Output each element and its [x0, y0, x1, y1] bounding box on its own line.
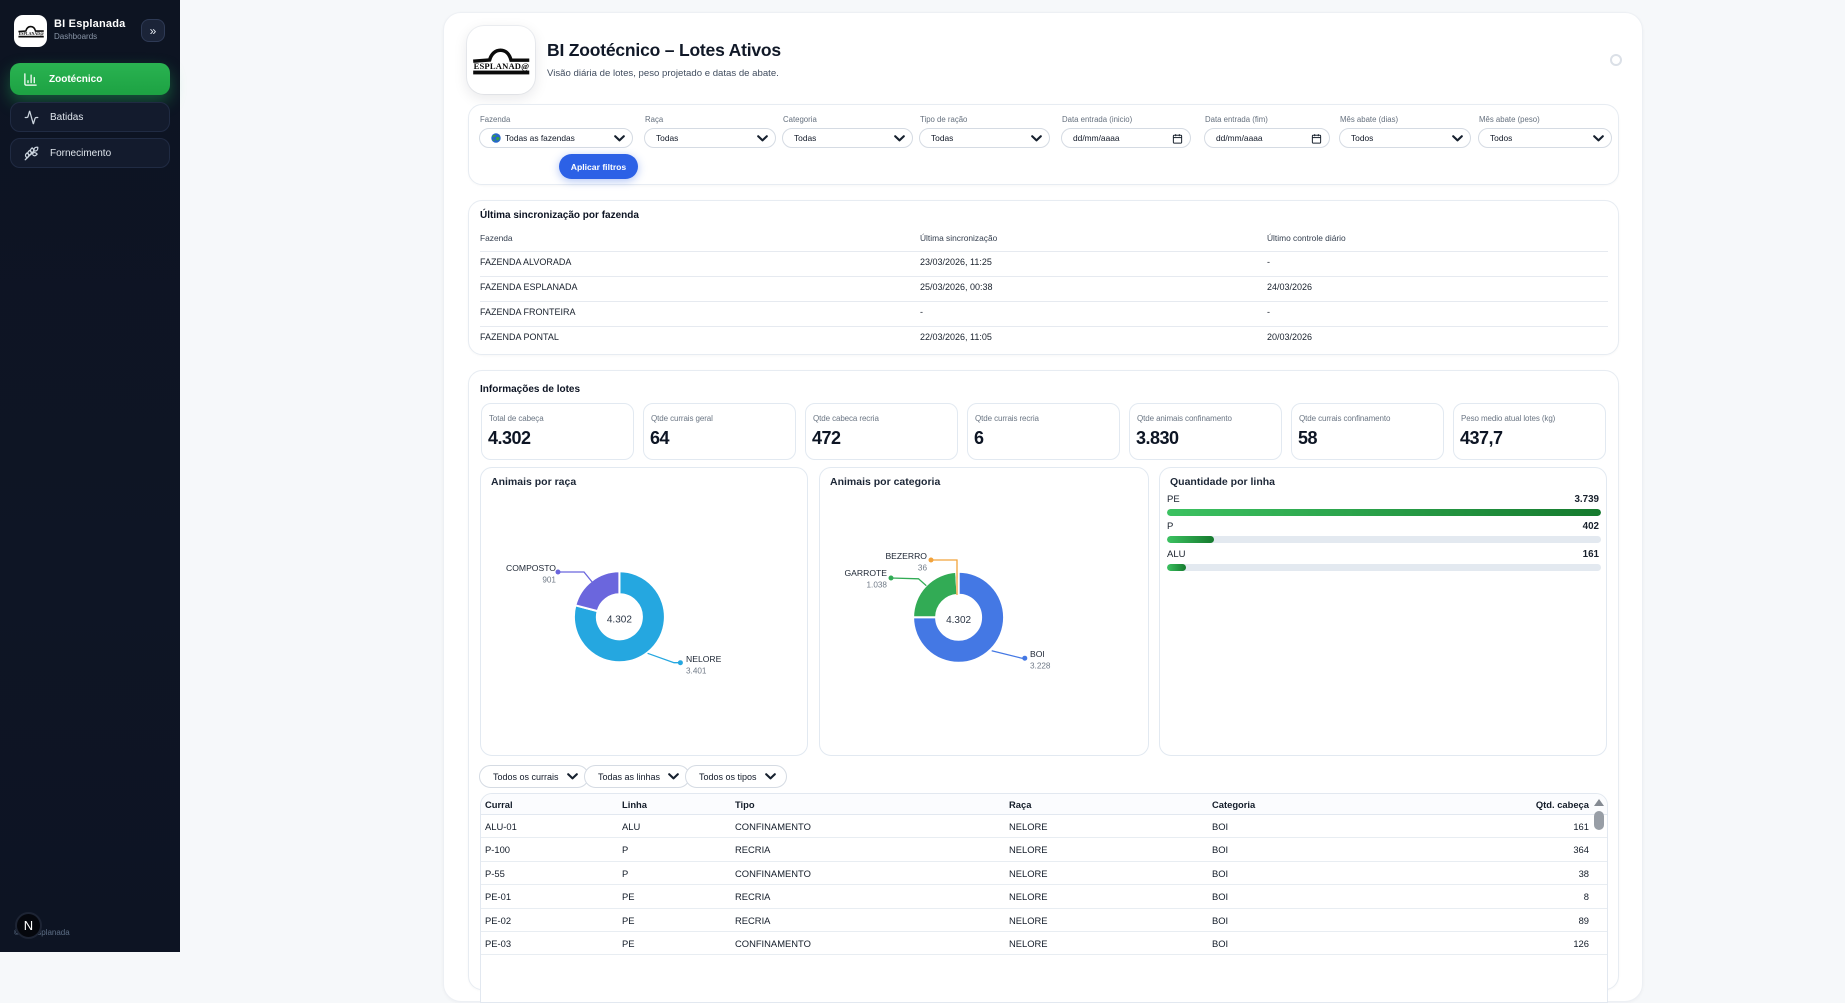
svg-text:4.302: 4.302 — [607, 615, 632, 626]
svg-text:BOI: BOI — [1030, 649, 1045, 659]
svg-text:36: 36 — [918, 564, 928, 573]
svg-text:NELORE: NELORE — [686, 654, 722, 664]
svg-text:ESPLANAD@: ESPLANAD@ — [18, 32, 43, 36]
svg-text:1.038: 1.038 — [867, 581, 888, 590]
svg-text:3.228: 3.228 — [1030, 662, 1051, 671]
svg-text:3.401: 3.401 — [686, 667, 707, 676]
svg-text:901: 901 — [542, 576, 556, 585]
svg-text:COMPOSTO: COMPOSTO — [506, 563, 556, 573]
svg-text:BEZERRO: BEZERRO — [885, 551, 927, 561]
svg-text:GARROTE: GARROTE — [845, 568, 888, 578]
svg-text:4.302: 4.302 — [946, 615, 971, 626]
svg-text:ESPLANAD@: ESPLANAD@ — [474, 61, 530, 71]
